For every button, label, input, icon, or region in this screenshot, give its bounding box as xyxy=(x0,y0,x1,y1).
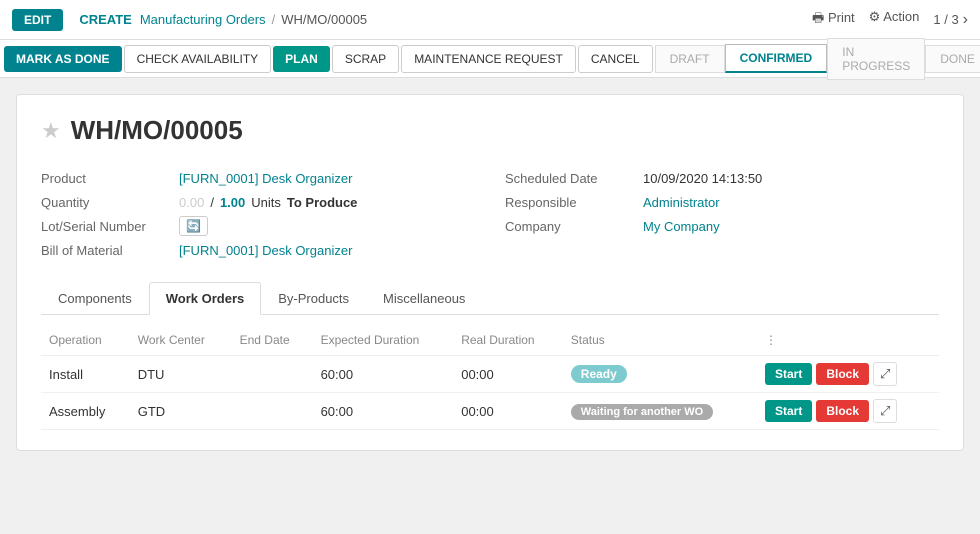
scheduled-date-value: 10/09/2020 14:13:50 xyxy=(643,171,762,186)
col-work_center: Work Center xyxy=(130,329,232,356)
print-button[interactable]: 🖶 Print xyxy=(812,9,855,31)
lot-serial-button[interactable]: 🔄 xyxy=(179,216,208,236)
record-header: ★ WH/MO/00005 xyxy=(41,115,939,146)
top-bar: EDIT CREATE Manufacturing Orders / WH/MO… xyxy=(0,0,980,40)
cell-expected_duration: 60:00 xyxy=(313,393,454,430)
pagination-text: 1 / 3 xyxy=(933,12,958,27)
cell-end_date xyxy=(232,393,313,430)
row-expand-icon[interactable]: ⤢ xyxy=(873,362,897,386)
cell-status: Waiting for another WO xyxy=(563,393,757,430)
company-field-row: Company My Company xyxy=(505,214,939,238)
tabs: ComponentsWork OrdersBy-ProductsMiscella… xyxy=(41,282,939,315)
row-expand-icon[interactable]: ⤢ xyxy=(873,399,897,423)
responsible-field-row: Responsible Administrator xyxy=(505,190,939,214)
plan-button[interactable]: PLAN xyxy=(273,46,330,72)
status-item-done[interactable]: DONE xyxy=(925,45,980,73)
col-status: Status xyxy=(563,329,757,356)
row-action-group: StartBlock⤢ xyxy=(765,362,931,386)
breadcrumb-separator: / xyxy=(272,12,276,27)
lot-serial-label: Lot/Serial Number xyxy=(41,219,171,234)
cell-end_date xyxy=(232,356,313,393)
print-action-group: 🖶 Print ⚙ Action xyxy=(812,9,919,31)
mark-done-button[interactable]: MARK AS DONE xyxy=(4,46,122,72)
status-item-confirmed[interactable]: CONFIRMED xyxy=(725,44,828,73)
tab-by_products[interactable]: By-Products xyxy=(261,282,366,314)
quantity-units: Units xyxy=(251,195,281,210)
cancel-button[interactable]: CANCEL xyxy=(578,45,653,73)
bom-field-row: Bill of Material [FURN_0001] Desk Organi… xyxy=(41,238,475,262)
pagination: 1 / 3 › xyxy=(933,11,968,29)
favorite-star-icon[interactable]: ★ xyxy=(41,118,61,144)
col-end_date: End Date xyxy=(232,329,313,356)
tab-work_orders[interactable]: Work Orders xyxy=(149,282,262,315)
quantity-label: Quantity xyxy=(41,195,171,210)
responsible-value[interactable]: Administrator xyxy=(643,195,720,210)
cell-real_duration: 00:00 xyxy=(453,356,563,393)
col-operation: Operation xyxy=(41,329,130,356)
create-button[interactable]: CREATE xyxy=(71,8,139,31)
cell-operation: Assembly xyxy=(41,393,130,430)
quantity-zero: 0.00 xyxy=(179,195,204,210)
product-label: Product xyxy=(41,171,171,186)
status-bar: DRAFTCONFIRMEDIN PROGRESSDONE xyxy=(655,38,980,80)
quantity-one: 1.00 xyxy=(220,195,245,210)
cell-actions: StartBlock⤢ xyxy=(757,356,939,393)
action-bar: MARK AS DONE CHECK AVAILABILITY PLAN SCR… xyxy=(0,40,980,78)
main-content: ★ WH/MO/00005 Product [FURN_0001] Desk O… xyxy=(0,78,980,467)
product-field-row: Product [FURN_0001] Desk Organizer xyxy=(41,166,475,190)
tab-miscellaneous[interactable]: Miscellaneous xyxy=(366,282,482,314)
status-item-draft[interactable]: DRAFT xyxy=(655,45,725,73)
next-chevron[interactable]: › xyxy=(963,11,968,29)
cell-work_center: DTU xyxy=(130,356,232,393)
company-label: Company xyxy=(505,219,635,234)
breadcrumb-parent[interactable]: Manufacturing Orders xyxy=(140,12,266,27)
quantity-group: 0.00 / 1.00 Units To Produce xyxy=(179,195,357,210)
action-button[interactable]: ⚙ Action xyxy=(869,9,920,31)
breadcrumb: Manufacturing Orders / WH/MO/00005 xyxy=(140,12,367,27)
breadcrumb-current: WH/MO/00005 xyxy=(281,12,367,27)
product-value[interactable]: [FURN_0001] Desk Organizer xyxy=(179,171,352,186)
scheduled-date-field-row: Scheduled Date 10/09/2020 14:13:50 xyxy=(505,166,939,190)
top-bar-right: 🖶 Print ⚙ Action 1 / 3 › xyxy=(812,9,968,31)
status-item-in-progress[interactable]: IN PROGRESS xyxy=(827,38,925,80)
scrap-button[interactable]: SCRAP xyxy=(332,45,399,73)
col-real_duration: Real Duration xyxy=(453,329,563,356)
cell-actions: StartBlock⤢ xyxy=(757,393,939,430)
cell-real_duration: 00:00 xyxy=(453,393,563,430)
maintenance-request-button[interactable]: MAINTENANCE REQUEST xyxy=(401,45,576,73)
cell-operation: Install xyxy=(41,356,130,393)
quantity-separator: / xyxy=(210,195,214,210)
status-badge: Ready xyxy=(571,365,627,383)
record-card: ★ WH/MO/00005 Product [FURN_0001] Desk O… xyxy=(16,94,964,451)
block-button[interactable]: Block xyxy=(816,363,869,385)
bom-value[interactable]: [FURN_0001] Desk Organizer xyxy=(179,243,352,258)
fields-grid: Product [FURN_0001] Desk Organizer Quant… xyxy=(41,166,939,262)
block-button[interactable]: Block xyxy=(816,400,869,422)
check-availability-button[interactable]: CHECK AVAILABILITY xyxy=(124,45,272,73)
start-button[interactable]: Start xyxy=(765,363,812,385)
quantity-field-row: Quantity 0.00 / 1.00 Units To Produce xyxy=(41,190,475,214)
cell-status: Ready xyxy=(563,356,757,393)
record-title: WH/MO/00005 xyxy=(71,115,243,146)
work-orders-table: OperationWork CenterEnd DateExpected Dur… xyxy=(41,329,939,430)
company-value[interactable]: My Company xyxy=(643,219,720,234)
lot-serial-field-row: Lot/Serial Number 🔄 xyxy=(41,214,475,238)
cell-expected_duration: 60:00 xyxy=(313,356,454,393)
responsible-label: Responsible xyxy=(505,195,635,210)
bom-label: Bill of Material xyxy=(41,243,171,258)
status-badge: Waiting for another WO xyxy=(571,404,713,420)
cell-work_center: GTD xyxy=(130,393,232,430)
row-action-group: StartBlock⤢ xyxy=(765,399,931,423)
edit-button[interactable]: EDIT xyxy=(12,9,63,31)
scheduled-date-label: Scheduled Date xyxy=(505,171,635,186)
tab-components[interactable]: Components xyxy=(41,282,149,314)
table-row: InstallDTU 60:0000:00 Ready StartBlock⤢ xyxy=(41,356,939,393)
table-options-icon[interactable]: ⋮ xyxy=(757,329,939,356)
start-button[interactable]: Start xyxy=(765,400,812,422)
col-expected_duration: Expected Duration xyxy=(313,329,454,356)
table-row: AssemblyGTD 60:0000:00 Waiting for another… xyxy=(41,393,939,430)
quantity-to-produce: To Produce xyxy=(287,195,358,210)
